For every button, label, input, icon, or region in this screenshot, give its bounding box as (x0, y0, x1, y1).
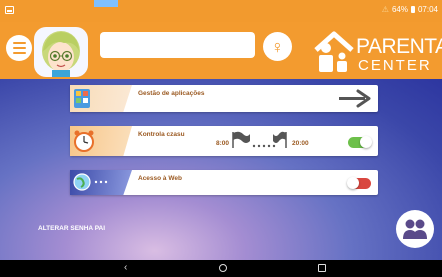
time-control-toggle[interactable] (348, 136, 372, 148)
child-name-input[interactable] (100, 32, 255, 58)
toggle-knob (347, 177, 359, 189)
female-symbol-icon: ♀ (270, 36, 285, 57)
web-access-card[interactable]: Acesso à Web (70, 170, 378, 195)
time-start: 8:00 (216, 140, 230, 147)
female-gender-button[interactable]: ♀ (263, 32, 292, 61)
time-range-flags-icon (232, 131, 287, 148)
avatar[interactable] (34, 27, 88, 77)
menu-line-icon (12, 47, 26, 49)
home-icon[interactable] (219, 264, 227, 272)
logo-text-center: CENTER (358, 57, 432, 74)
arrow-right-icon[interactable] (338, 89, 372, 108)
app-header: ♀ PARENTAL CENTER (0, 0, 442, 79)
web-access-thumbnail (70, 170, 132, 195)
main-content: Gestão de aplicações Kontrola czasu 8:00 (0, 79, 442, 260)
child-avatar-icon (42, 31, 80, 77)
logo-text-parental: PARENTAL (356, 35, 442, 58)
clock-icon (74, 130, 94, 152)
web-access-toggle[interactable] (347, 177, 371, 189)
app-management-thumbnail (70, 85, 132, 112)
status-indicators: ⚠ 64% 07:04 (382, 5, 438, 14)
navigation-bar: ‹ (0, 260, 442, 277)
apps-icon (74, 89, 90, 108)
back-icon[interactable]: ‹ (124, 263, 127, 273)
menu-line-icon (12, 42, 26, 44)
time-control-card[interactable]: Kontrola czasu 8:00 20:00 (70, 126, 378, 156)
family-logo-icon (314, 31, 354, 72)
menu-button[interactable] (6, 35, 32, 61)
parental-center-logo: PARENTAL CENTER (312, 28, 442, 76)
recent-apps-icon[interactable] (318, 264, 326, 272)
change-parent-password-link[interactable]: ALTERAR SENHA PAI (38, 225, 105, 232)
globe-icon (73, 173, 108, 191)
web-access-label: Acesso à Web (138, 175, 182, 182)
top-tab-indicator (94, 0, 118, 7)
app-management-label: Gestão de aplicações (138, 90, 205, 97)
time-control-thumbnail (70, 126, 132, 156)
time-control-label: Kontrola czasu (138, 131, 185, 138)
battery-icon (410, 6, 415, 13)
toggle-knob (360, 136, 372, 148)
app-management-card[interactable]: Gestão de aplicações (70, 85, 378, 112)
clock: 07:04 (417, 5, 438, 14)
time-end: 20:00 (292, 140, 309, 147)
battery-percent: 64% (391, 5, 408, 14)
warning-icon: ⚠ (381, 5, 389, 14)
gallery-notification-icon (5, 6, 14, 14)
parents-icon (403, 219, 427, 239)
parents-profile-button[interactable] (396, 210, 434, 248)
status-bar: ⚠ 64% 07:04 (0, 0, 442, 22)
menu-line-icon (12, 52, 26, 54)
